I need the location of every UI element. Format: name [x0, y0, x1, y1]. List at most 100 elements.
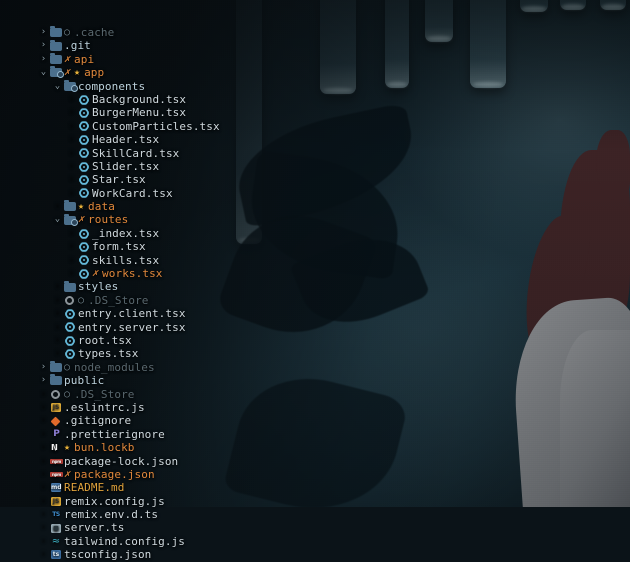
tree-item-label: Slider.tsx	[92, 160, 159, 173]
react-icon	[63, 334, 78, 347]
chevron-right-icon[interactable]: ›	[66, 173, 77, 186]
tree-row-routes[interactable]: ⌄✗routes	[0, 213, 300, 226]
tree-row-entry-client-tsx[interactable]: ›entry.client.tsx	[0, 307, 300, 320]
tree-row-git[interactable]: ›.git	[0, 39, 300, 52]
tree-row-workcard-tsx[interactable]: ›WorkCard.tsx	[0, 187, 300, 200]
tree-item-label: api	[74, 53, 94, 66]
tree-row-burgermenu-tsx[interactable]: ›BurgerMenu.tsx	[0, 106, 300, 119]
tree-row-node-modules[interactable]: ›○node_modules	[0, 361, 300, 374]
tree-row-entry-server-tsx[interactable]: ›entry.server.tsx	[0, 321, 300, 334]
tree-item-label: Background.tsx	[92, 93, 186, 106]
chevron-right-icon[interactable]: ›	[38, 374, 49, 387]
chevron-right-icon[interactable]: ›	[66, 106, 77, 119]
tree-row-form-tsx[interactable]: ›form.tsx	[0, 240, 300, 253]
react-icon	[77, 267, 92, 280]
chevron-right-icon[interactable]: ›	[38, 481, 49, 494]
tree-row-skills-tsx[interactable]: ›skills.tsx	[0, 254, 300, 267]
git-modified-marker: ✗	[92, 267, 98, 280]
chevron-right-icon[interactable]: ›	[52, 200, 63, 213]
chevron-right-icon[interactable]: ›	[66, 240, 77, 253]
tree-row-app[interactable]: ⌄✗★app	[0, 66, 300, 79]
tree-row-gitignore[interactable]: ›.gitignore	[0, 414, 300, 427]
chevron-right-icon[interactable]: ›	[38, 495, 49, 508]
tree-row-eslintrc-js[interactable]: ›JS.eslintrc.js	[0, 401, 300, 414]
tree-item-label: works.tsx	[102, 267, 163, 280]
chevron-right-icon[interactable]: ›	[38, 441, 49, 454]
folder-git-icon	[63, 80, 78, 93]
git-modified-marker: ✗	[64, 468, 70, 481]
chevron-right-icon[interactable]: ›	[38, 548, 49, 561]
tree-row-styles[interactable]: ›styles	[0, 280, 300, 293]
react-icon	[63, 307, 78, 320]
chevron-right-icon[interactable]: ›	[52, 294, 63, 307]
file-explorer-tree[interactable]: ›○.cache›.git›✗api⌄✗★app⌄components›Back…	[0, 0, 300, 507]
tree-row-background-tsx[interactable]: › Background.tsx	[0, 93, 300, 106]
tree-row-root-tsx[interactable]: ›root.tsx	[0, 334, 300, 347]
tree-row-works-tsx[interactable]: › ✗ works.tsx	[0, 267, 300, 280]
tree-row-remix-config-js[interactable]: ›JSremix.config.js	[0, 495, 300, 508]
tree-item-label: .DS_Store	[88, 294, 149, 307]
chevron-right-icon[interactable]: ›	[38, 535, 49, 548]
tree-row-tsconfig-json[interactable]: ›tstsconfig.json	[0, 548, 300, 561]
tree-row-prettierignore[interactable]: ›P.prettierignore	[0, 428, 300, 441]
tree-row-bun-lockb[interactable]: ›I\I★bun.lockb	[0, 441, 300, 454]
chevron-right-icon[interactable]: ›	[52, 347, 63, 360]
chevron-right-icon[interactable]: ›	[66, 254, 77, 267]
chevron-right-icon[interactable]: ›	[38, 428, 49, 441]
chevron-right-icon[interactable]: ›	[52, 334, 63, 347]
chevron-down-icon[interactable]: ⌄	[52, 213, 63, 226]
chevron-down-icon[interactable]: ⌄	[52, 80, 63, 93]
chevron-right-icon[interactable]: ›	[66, 187, 77, 200]
chevron-right-icon[interactable]: ›	[38, 361, 49, 374]
tree-row-package-lock-json[interactable]: ›npmpackage-lock.json	[0, 455, 300, 468]
react-icon	[77, 254, 92, 267]
chevron-right-icon[interactable]: ›	[38, 468, 49, 481]
chevron-right-icon[interactable]: ›	[52, 307, 63, 320]
chevron-right-icon[interactable]: ›	[66, 147, 77, 160]
server-icon: ■	[49, 522, 64, 535]
chevron-right-icon[interactable]: ›	[66, 133, 77, 146]
tree-row-ds-store[interactable]: ›○.DS_Store	[0, 294, 300, 307]
tree-row-skillcard-tsx[interactable]: ›SkillCard.tsx	[0, 147, 300, 160]
chevron-right-icon[interactable]: ›	[52, 280, 63, 293]
tree-row-server-ts[interactable]: ›■server.ts	[0, 521, 300, 534]
tree-row-slider-tsx[interactable]: › Slider.tsx	[0, 160, 300, 173]
chevron-right-icon[interactable]: ›	[38, 508, 49, 521]
tree-row-header-tsx[interactable]: ›Header.tsx	[0, 133, 300, 146]
chevron-right-icon[interactable]: ›	[38, 401, 49, 414]
chevron-right-icon[interactable]: ›	[66, 120, 77, 133]
tree-row-ds-store[interactable]: ›○.DS_Store	[0, 388, 300, 401]
tree-row-tailwind-config-js[interactable]: ›≈tailwind.config.js	[0, 535, 300, 548]
tree-row-public[interactable]: ›public	[0, 374, 300, 387]
chevron-right-icon[interactable]: ›	[38, 26, 49, 39]
chevron-right-icon[interactable]: ›	[38, 39, 49, 52]
tree-row-package-json[interactable]: ›npm✗package.json	[0, 468, 300, 481]
tree-row-api[interactable]: ›✗api	[0, 53, 300, 66]
chevron-right-icon[interactable]: ›	[66, 93, 77, 106]
tree-row-customparticles-tsx[interactable]: ›CustomParticles.tsx	[0, 120, 300, 133]
javascript-icon: JS	[49, 401, 64, 414]
folder-icon	[49, 361, 64, 374]
tailwind-icon: ≈	[49, 535, 64, 548]
git-modified-marker: ✗	[64, 66, 70, 79]
chevron-right-icon[interactable]: ›	[38, 455, 49, 468]
tree-row-readme-md[interactable]: ›mdREADME.md	[0, 481, 300, 494]
tree-row-data[interactable]: ›★data	[0, 200, 300, 213]
tree-row-star-tsx[interactable]: ›Star.tsx	[0, 173, 300, 186]
folder-icon	[49, 26, 64, 39]
tree-row-remix-env-d-ts[interactable]: ›TSremix.env.d.ts	[0, 508, 300, 521]
chevron-right-icon[interactable]: ›	[38, 53, 49, 66]
tree-row-cache[interactable]: ›○.cache	[0, 26, 300, 39]
tree-row-components[interactable]: ⌄components	[0, 80, 300, 93]
chevron-right-icon[interactable]: ›	[66, 227, 77, 240]
chevron-down-icon[interactable]: ⌄	[38, 66, 49, 79]
chevron-right-icon[interactable]: ›	[38, 414, 49, 427]
tree-item-label: .DS_Store	[74, 388, 135, 401]
chevron-right-icon[interactable]: ›	[66, 267, 77, 280]
chevron-right-icon[interactable]: ›	[52, 321, 63, 334]
chevron-right-icon[interactable]: ›	[38, 521, 49, 534]
tree-row-index-tsx[interactable]: ›_index.tsx	[0, 227, 300, 240]
chevron-right-icon[interactable]: ›	[66, 160, 77, 173]
tree-row-types-tsx[interactable]: ›types.tsx	[0, 347, 300, 360]
chevron-right-icon[interactable]: ›	[38, 388, 49, 401]
